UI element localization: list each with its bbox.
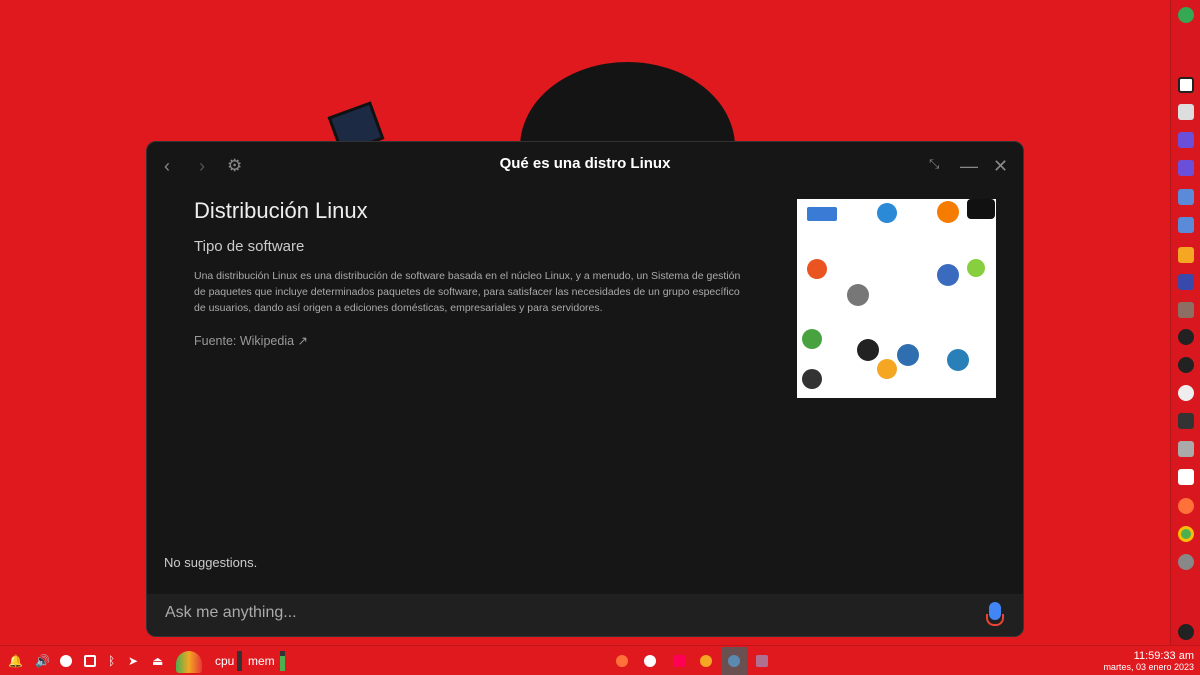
volume-icon[interactable]: 🔊 bbox=[35, 655, 50, 667]
app-icon[interactable] bbox=[1178, 302, 1194, 318]
cursor-icon[interactable] bbox=[1178, 189, 1194, 205]
task-assistant[interactable] bbox=[644, 655, 656, 667]
chrome-icon[interactable] bbox=[1178, 526, 1194, 542]
firefox-icon[interactable] bbox=[1178, 498, 1194, 514]
app-icon[interactable] bbox=[1178, 132, 1194, 148]
cloud-icon[interactable] bbox=[1178, 385, 1194, 401]
cursor-icon[interactable] bbox=[1178, 217, 1194, 233]
eject-icon[interactable]: ⏏ bbox=[152, 655, 164, 667]
task-chrome[interactable] bbox=[700, 655, 712, 667]
close-icon[interactable]: ✕ bbox=[993, 156, 1008, 177]
bottom-panel: 🔔 🔊 ᛒ ➤ ⏏ cpu mem 11:59:33 am martes, 03… bbox=[0, 645, 1200, 675]
result-heading: Distribución Linux bbox=[194, 198, 368, 223]
task-telegram[interactable] bbox=[721, 647, 747, 675]
clock-time: 11:59:33 am bbox=[1133, 650, 1194, 662]
system-gauge-icon[interactable] bbox=[176, 651, 202, 673]
app-icon[interactable] bbox=[1178, 247, 1194, 263]
source-link[interactable]: Fuente: Wikipedia ↗ bbox=[194, 333, 308, 348]
clock[interactable]: 11:59:33 am martes, 03 enero 2023 bbox=[1103, 650, 1194, 672]
mem-meter bbox=[280, 656, 285, 671]
expand-icon[interactable]: ⤡ bbox=[929, 156, 939, 172]
assistant-window: ‹ › ⚙ Qué es una distro Linux ⤡ — ✕ Dist… bbox=[146, 141, 1024, 637]
app-icon[interactable] bbox=[1178, 554, 1194, 570]
telegram-icon[interactable]: ➤ bbox=[128, 655, 140, 667]
app-icon[interactable] bbox=[1178, 160, 1194, 176]
x-app-icon[interactable] bbox=[1178, 77, 1194, 93]
suggestions-status: No suggestions. bbox=[164, 555, 258, 570]
ask-input[interactable] bbox=[165, 604, 945, 622]
external-link-icon: ↗ bbox=[297, 334, 309, 348]
clock-date: martes, 03 enero 2023 bbox=[1103, 662, 1194, 672]
bluetooth-icon[interactable]: ᛒ bbox=[108, 655, 120, 667]
distro-logos-image bbox=[797, 199, 996, 398]
result-subtitle: Tipo de software bbox=[194, 238, 305, 255]
archive-icon[interactable] bbox=[1178, 441, 1194, 457]
app-icon[interactable] bbox=[1178, 274, 1194, 290]
task-app[interactable] bbox=[756, 655, 768, 667]
document-icon[interactable] bbox=[1178, 469, 1194, 485]
app-icon[interactable] bbox=[1178, 624, 1194, 640]
terminal-icon[interactable] bbox=[1178, 413, 1194, 429]
cpu-meter bbox=[237, 651, 242, 671]
right-dock bbox=[1170, 0, 1200, 645]
minimize-icon[interactable]: — bbox=[960, 156, 978, 177]
task-firefox[interactable] bbox=[616, 655, 628, 667]
mem-label: mem bbox=[248, 654, 275, 668]
notification-bell-icon[interactable]: 🔔 bbox=[8, 655, 23, 667]
assistant-icon[interactable] bbox=[60, 655, 72, 667]
window-title: Qué es una distro Linux bbox=[499, 155, 671, 172]
grammar-app-icon[interactable] bbox=[1178, 7, 1194, 23]
app-icon[interactable] bbox=[1178, 329, 1194, 345]
display-icon[interactable] bbox=[84, 655, 96, 667]
app-icon[interactable] bbox=[1178, 357, 1194, 373]
result-description: Una distribución Linux es una distribuci… bbox=[194, 270, 741, 314]
task-document[interactable] bbox=[673, 655, 685, 667]
cpu-label: cpu bbox=[215, 654, 235, 668]
microphone-icon[interactable] bbox=[986, 602, 1004, 626]
source-label: Fuente: Wikipedia bbox=[194, 334, 295, 348]
ask-bar bbox=[147, 594, 1023, 636]
tools-icon[interactable] bbox=[1178, 104, 1194, 120]
